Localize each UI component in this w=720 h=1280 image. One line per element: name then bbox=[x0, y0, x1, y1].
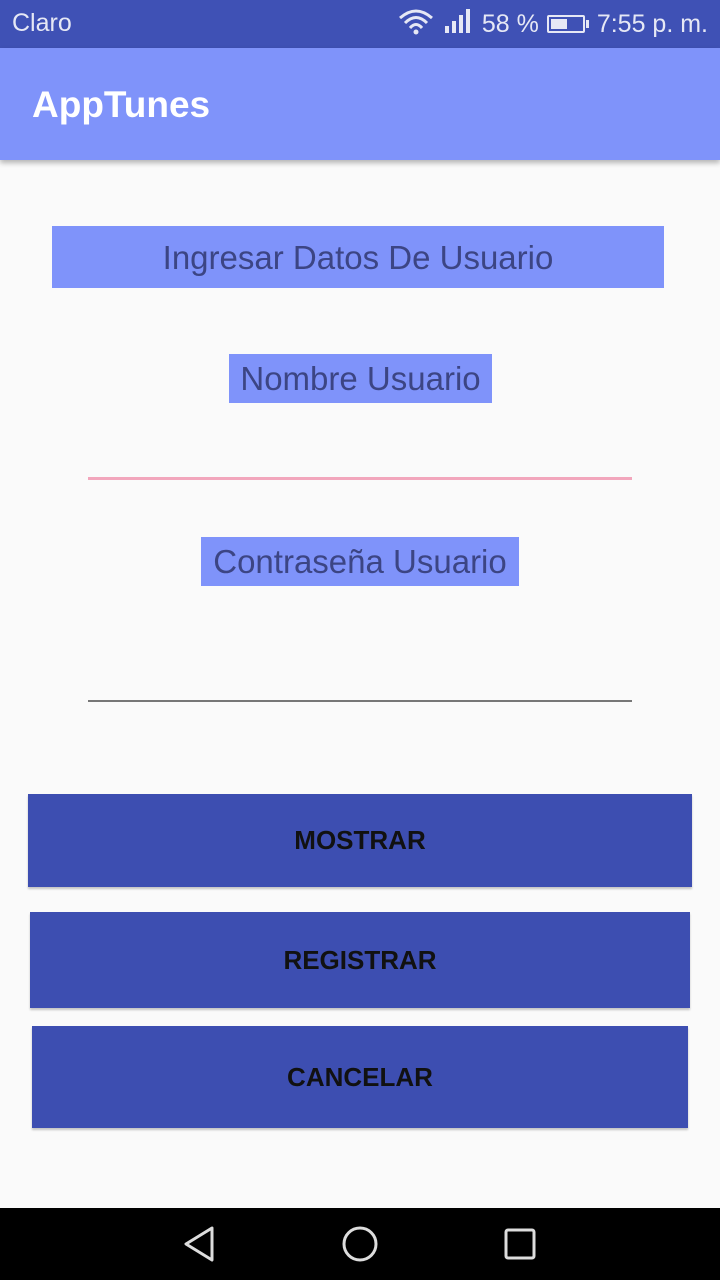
password-label: Contraseña Usuario bbox=[201, 537, 519, 586]
app-bar: AppTunes bbox=[0, 48, 720, 160]
cancelar-button[interactable]: CANCELAR bbox=[32, 1026, 688, 1128]
battery-percent: 58 % bbox=[481, 9, 539, 38]
registrar-button[interactable]: REGISTRAR bbox=[30, 912, 690, 1008]
password-field[interactable] bbox=[88, 642, 632, 702]
wifi-icon bbox=[396, 6, 436, 43]
username-field[interactable] bbox=[88, 420, 632, 480]
form-heading: Ingresar Datos De Usuario bbox=[52, 226, 664, 288]
status-icons: 58 % 7:55 p. m. bbox=[388, 8, 708, 41]
signal-icon bbox=[444, 8, 474, 41]
home-icon[interactable] bbox=[340, 1224, 380, 1264]
clock: 7:55 p. m. bbox=[596, 9, 708, 38]
recents-icon[interactable] bbox=[500, 1224, 540, 1264]
back-icon[interactable] bbox=[180, 1224, 220, 1264]
app-title: AppTunes bbox=[32, 84, 211, 125]
navigation-bar bbox=[0, 1208, 720, 1280]
username-label: Nombre Usuario bbox=[229, 354, 492, 403]
carrier-name: Claro bbox=[12, 9, 72, 37]
mostrar-button[interactable]: MOSTRAR bbox=[28, 794, 692, 887]
battery-icon bbox=[546, 15, 589, 33]
status-bar: Claro 58 % 7:55 p. m. bbox=[0, 0, 720, 48]
